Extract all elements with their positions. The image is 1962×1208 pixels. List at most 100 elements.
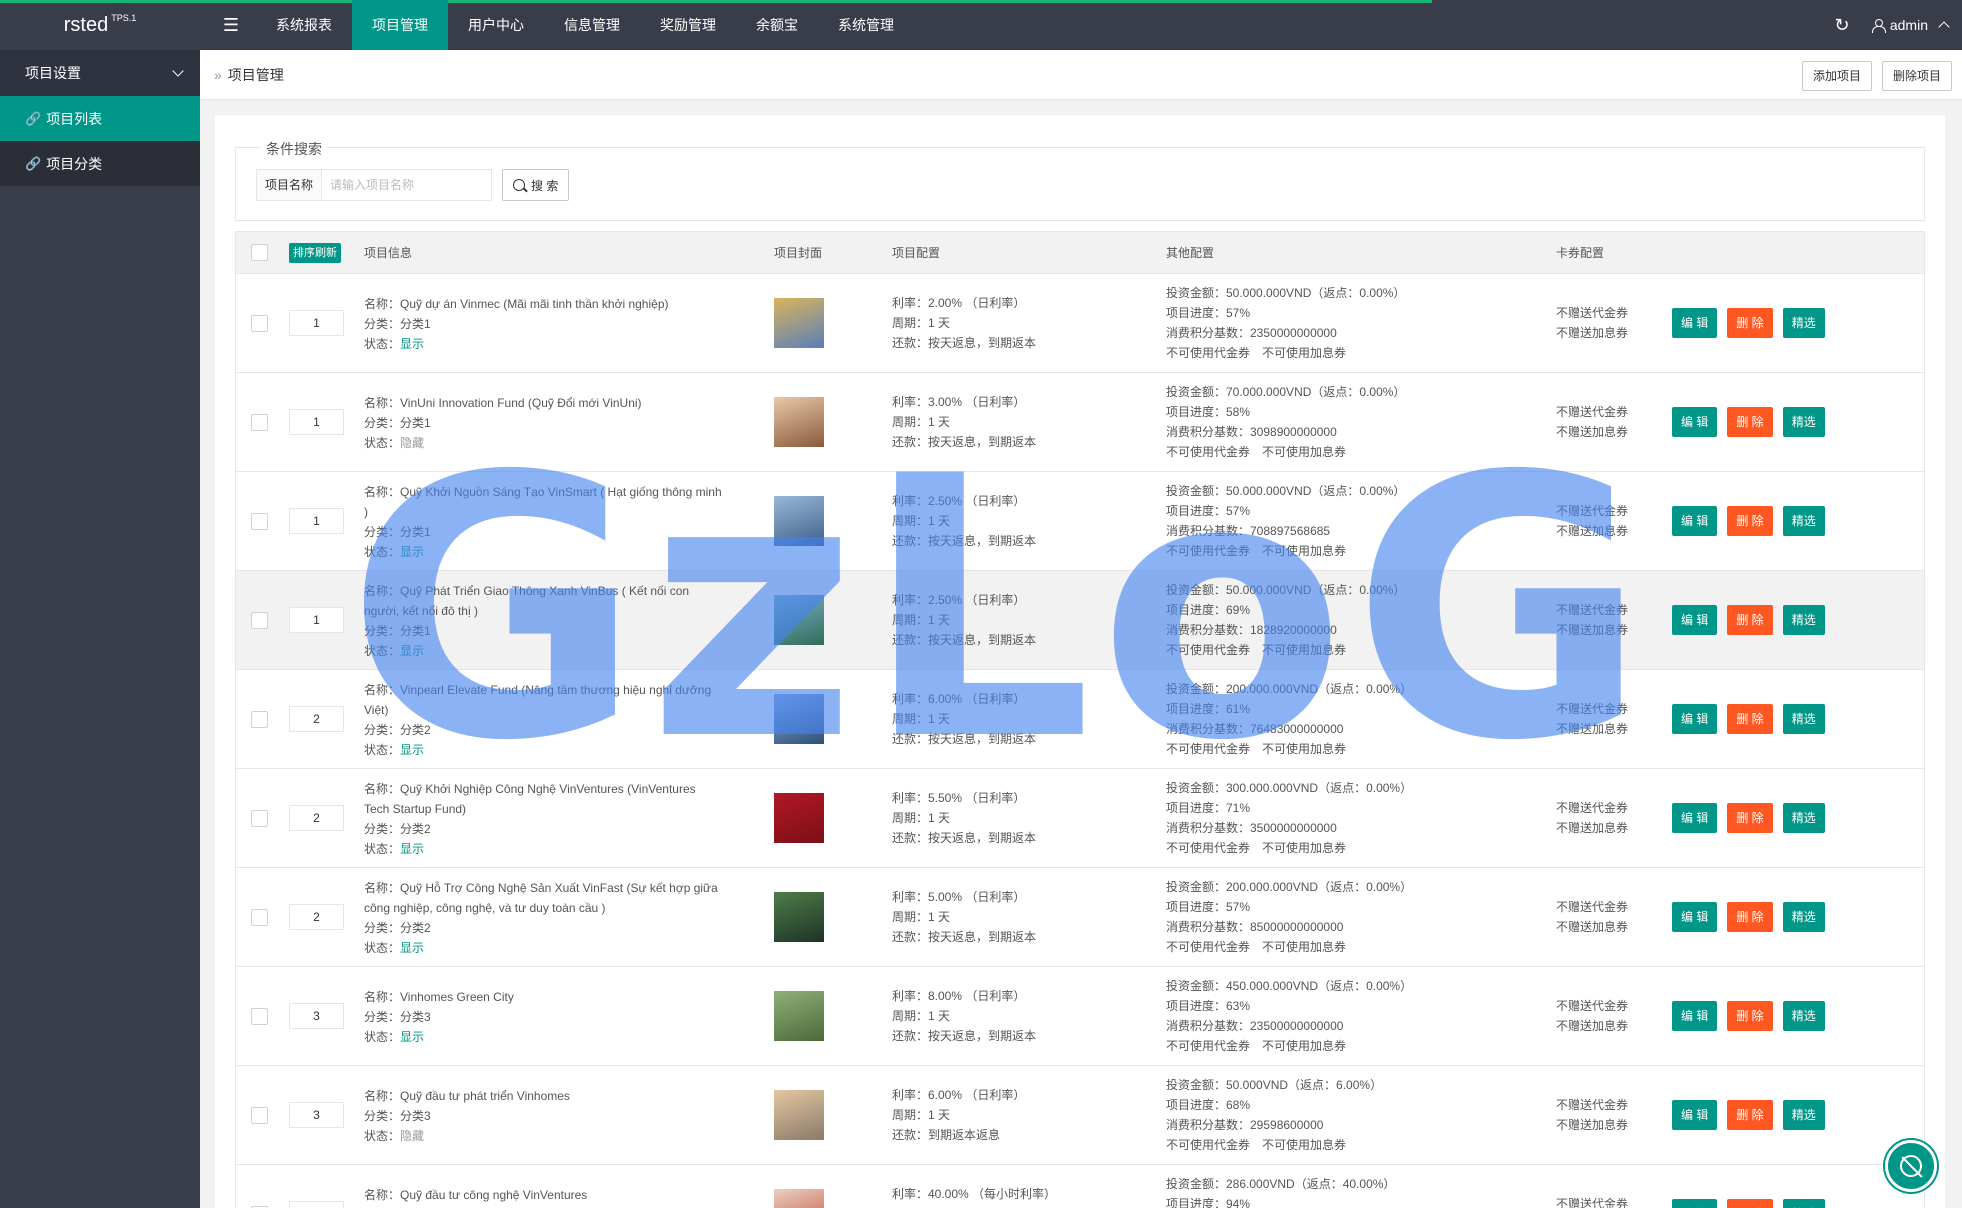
- nav-item-3[interactable]: 信息管理: [544, 0, 640, 50]
- edit-button[interactable]: 编 辑: [1672, 704, 1718, 734]
- featured-button[interactable]: 精选: [1782, 704, 1825, 734]
- coupon-line: 不赠送加息券: [1556, 1118, 1629, 1132]
- admin-menu[interactable]: admin: [1862, 17, 1962, 33]
- breadcrumb-current[interactable]: 项目管理: [228, 65, 284, 85]
- project-config: 利率：2.00% （日利率） 周期：1 天还款：按天返息，到期返本: [892, 293, 1036, 353]
- row-checkbox[interactable]: [251, 810, 268, 827]
- featured-button[interactable]: 精选: [1782, 803, 1825, 833]
- floating-action-button[interactable]: [1885, 1140, 1937, 1192]
- featured-button[interactable]: 精选: [1782, 605, 1825, 635]
- edit-button[interactable]: 编 辑: [1672, 1001, 1718, 1031]
- status-badge: 显示: [400, 842, 425, 856]
- edit-button[interactable]: 编 辑: [1672, 506, 1718, 536]
- config-line: 利率：6.00% （日利率）: [892, 1088, 1026, 1102]
- nav-item-4[interactable]: 奖励管理: [640, 0, 736, 50]
- row-checkbox[interactable]: [251, 1107, 268, 1124]
- delete-button[interactable]: 删 除: [1727, 803, 1773, 833]
- featured-button[interactable]: 精选: [1782, 1100, 1825, 1130]
- table-row: 2 名称：Vinpearl Elevate Fund (Nâng tầm thươ…: [236, 670, 1924, 769]
- config-line: 还款：按天返息，到期返本: [892, 1029, 1037, 1043]
- sort-order-input[interactable]: 2: [289, 706, 344, 732]
- sort-order-input[interactable]: 1: [289, 607, 344, 633]
- app-logo[interactable]: rsted TPS.1: [0, 0, 200, 50]
- admin-username: admin: [1889, 17, 1928, 33]
- sort-order-input[interactable]: 3: [289, 1201, 344, 1208]
- sort-order-input[interactable]: 3: [289, 1102, 344, 1128]
- row-checkbox[interactable]: [251, 612, 268, 629]
- row-actions: 编 辑删 除精选: [1672, 605, 1825, 635]
- sort-refresh-button[interactable]: 排序刷新: [289, 243, 341, 263]
- sort-order-input[interactable]: 1: [289, 409, 344, 435]
- other-config: 投资金额：50.000.000VND（返点：0.00%） 项目进度：69% 消费积分…: [1166, 580, 1405, 660]
- coupon-config: 不赠送代金券不赠送加息券: [1556, 996, 1628, 1036]
- top-right-tools: ↻ admin: [1822, 0, 1962, 50]
- featured-button[interactable]: 精选: [1782, 902, 1825, 932]
- logo-text: rsted: [63, 13, 109, 36]
- other-config-line: 项目进度：68%: [1166, 1098, 1251, 1112]
- coupon-line: 不赠送加息券: [1556, 821, 1629, 835]
- config-line: 利率：40.00% （每小时利率）: [892, 1187, 1057, 1201]
- sort-order-input[interactable]: 1: [289, 310, 344, 336]
- row-checkbox[interactable]: [251, 315, 268, 332]
- table-header: 排序刷新 项目信息 项目封面 项目配置 其他配置 卡券配置: [236, 232, 1924, 274]
- edit-button[interactable]: 编 辑: [1672, 803, 1718, 833]
- featured-button[interactable]: 精选: [1782, 1199, 1825, 1208]
- row-checkbox[interactable]: [251, 711, 268, 728]
- menu-toggle-icon[interactable]: ☰: [208, 0, 254, 50]
- featured-button[interactable]: 精选: [1782, 1001, 1825, 1031]
- project-table: 排序刷新 项目信息 项目封面 项目配置 其他配置 卡券配置 1 名称：Quỹ dự…: [235, 231, 1925, 1208]
- sort-order-input[interactable]: 3: [289, 1003, 344, 1029]
- delete-button[interactable]: 删 除: [1727, 605, 1773, 635]
- delete-button[interactable]: 删 除: [1727, 308, 1773, 338]
- nav-item-6[interactable]: 系统管理: [818, 0, 914, 50]
- delete-button[interactable]: 删 除: [1727, 1199, 1773, 1208]
- project-info: 名称：VinUni Innovation Fund (Quỹ Đổi mới V…: [364, 393, 724, 453]
- status-badge: 显示: [400, 545, 425, 559]
- edit-button[interactable]: 编 辑: [1672, 1199, 1718, 1208]
- coupon-line: 不赠送代金券: [1556, 306, 1629, 320]
- search-button[interactable]: 搜 索: [502, 169, 570, 201]
- row-checkbox[interactable]: [251, 909, 268, 926]
- project-cover-image: [774, 496, 824, 546]
- nav-item-5[interactable]: 余额宝: [736, 0, 818, 50]
- delete-button[interactable]: 删 除: [1727, 902, 1773, 932]
- sort-order-input[interactable]: 2: [289, 805, 344, 831]
- edit-button[interactable]: 编 辑: [1672, 407, 1718, 437]
- row-checkbox[interactable]: [251, 414, 268, 431]
- other-config: 投资金额：200.000.000VND（返点：0.00%） 项目进度：57% 消费积…: [1166, 877, 1412, 957]
- delete-button[interactable]: 删 除: [1727, 506, 1773, 536]
- featured-button[interactable]: 精选: [1782, 506, 1825, 536]
- edit-button[interactable]: 编 辑: [1672, 605, 1718, 635]
- delete-button[interactable]: 删 除: [1727, 1100, 1773, 1130]
- config-line: 利率：5.50% （日利率）: [892, 791, 1026, 805]
- featured-button[interactable]: 精选: [1782, 308, 1825, 338]
- nav-item-2[interactable]: 用户中心: [448, 0, 544, 50]
- delete-button[interactable]: 删 除: [1727, 407, 1773, 437]
- category-value: 分类1: [400, 317, 431, 331]
- sidebar-item-label: 项目分类: [46, 155, 103, 172]
- nav-item-1[interactable]: 项目管理: [352, 0, 448, 50]
- status-label: 状态：: [364, 436, 401, 450]
- edit-button[interactable]: 编 辑: [1672, 1100, 1718, 1130]
- config-line: 周期：1 天: [892, 1108, 951, 1122]
- sort-order-input[interactable]: 2: [289, 904, 344, 930]
- row-checkbox[interactable]: [251, 1008, 268, 1025]
- delete-button[interactable]: 删 除: [1727, 1001, 1773, 1031]
- delete-button[interactable]: 删 除: [1727, 704, 1773, 734]
- sidebar-item-1[interactable]: 🔗 项目分类: [0, 141, 200, 186]
- other-config-line: 消费积分基数：708897568685: [1166, 524, 1331, 538]
- select-all-checkbox[interactable]: [251, 244, 268, 261]
- delete-project-button[interactable]: 删除项目: [1881, 61, 1952, 91]
- sort-order-input[interactable]: 1: [289, 508, 344, 534]
- featured-button[interactable]: 精选: [1782, 407, 1825, 437]
- sidebar-item-0[interactable]: 🔗 项目列表: [0, 96, 200, 141]
- sidebar-group-project-settings[interactable]: 项目设置: [0, 50, 200, 96]
- row-checkbox[interactable]: [251, 513, 268, 530]
- edit-button[interactable]: 编 辑: [1672, 308, 1718, 338]
- project-name-input[interactable]: [322, 169, 493, 201]
- link-icon: 🔗: [25, 110, 42, 126]
- refresh-icon[interactable]: ↻: [1822, 15, 1862, 36]
- nav-item-0[interactable]: 系统报表: [256, 0, 352, 50]
- edit-button[interactable]: 编 辑: [1672, 902, 1718, 932]
- add-project-button[interactable]: 添加项目: [1801, 61, 1872, 91]
